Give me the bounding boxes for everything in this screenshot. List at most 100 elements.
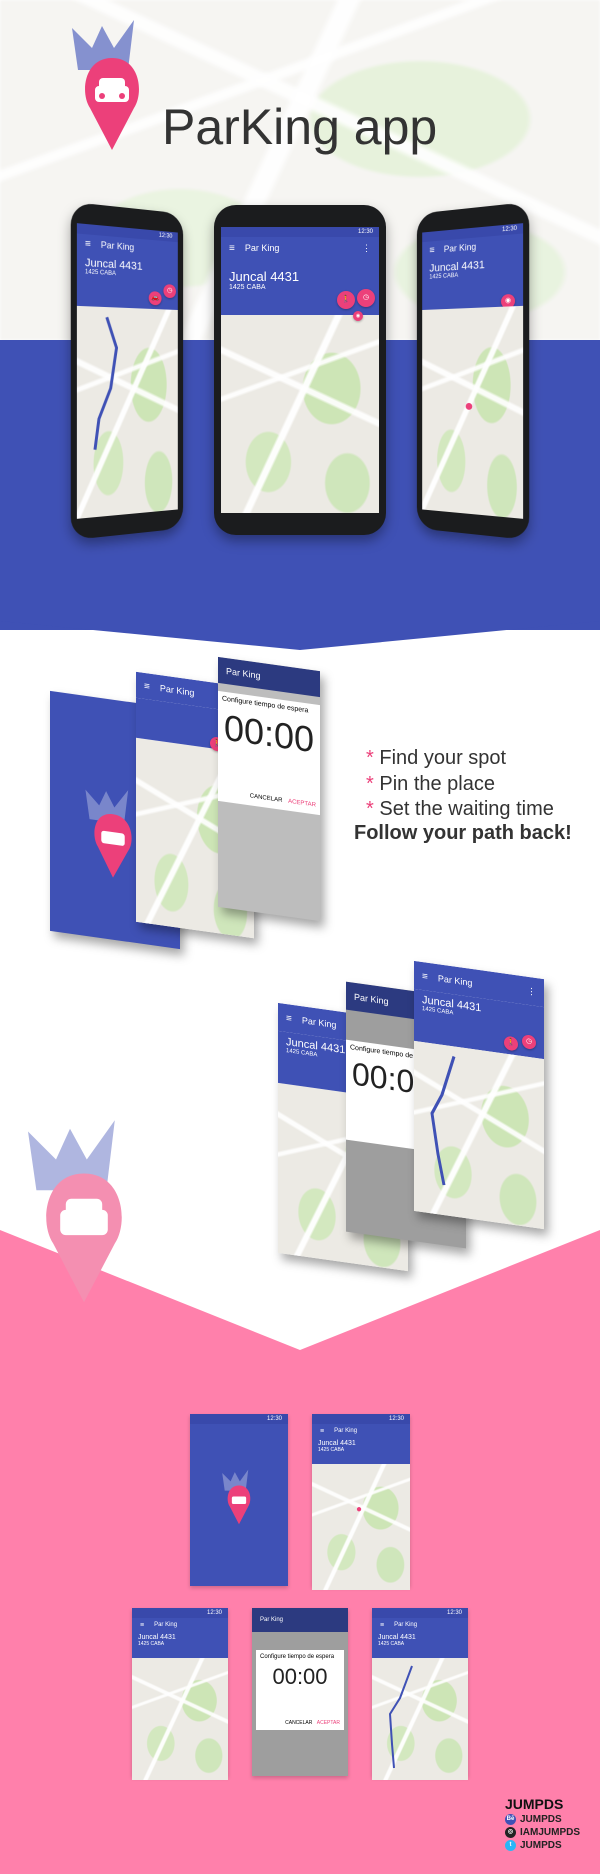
app-toolbar: ≡ Par King ⋮	[221, 237, 379, 259]
feature-item-1: * Find your spot	[366, 747, 506, 770]
map-view[interactable]	[221, 315, 379, 513]
address-line: Juncal 4431	[318, 1440, 356, 1447]
walk-fab-icon[interactable]: 🚶	[504, 1035, 518, 1052]
instagram-icon: ◎	[505, 1827, 516, 1838]
crowned-car-pin-icon	[222, 1469, 251, 1525]
status-bar: 12:30	[372, 1608, 468, 1618]
timer-display[interactable]: 00:00	[256, 1664, 344, 1690]
city-line: 1425 CABA	[378, 1641, 405, 1647]
status-bar: 12:30	[132, 1608, 228, 1618]
address-panel: Juncal 4431 1425 CABA	[372, 1632, 468, 1658]
blue-band-chevron	[0, 620, 600, 650]
phone-center: 12:30 ≡ Par King ⋮ Juncal 4431 1425 CABA…	[214, 205, 386, 535]
social-instagram[interactable]: ◎ IAMJUMPDS	[505, 1827, 580, 1838]
map-view[interactable]: ●	[312, 1464, 410, 1590]
address-panel: Juncal 4431 1425 CABA ◉	[422, 252, 524, 310]
screen-splash: 12:30	[190, 1414, 288, 1586]
screen-map-path: 12:30 ≡ Par King Juncal 4431 1425 CABA	[372, 1608, 468, 1780]
app-toolbar: Par King	[218, 656, 320, 698]
menu-icon[interactable]: ≡	[140, 1622, 144, 1629]
address-panel: Juncal 4431 1425 CABA	[312, 1438, 410, 1464]
footer-brand: JUMPDS	[505, 1796, 564, 1812]
menu-icon[interactable]: ≡	[320, 1428, 324, 1435]
feature-text: Pin the place	[379, 773, 495, 795]
menu-icon[interactable]: ≡	[286, 1012, 292, 1024]
app-title: ParKing app	[162, 99, 438, 155]
screen-map-fabs: 12:30 ≡ Par King Juncal 4431 1425 CABA	[132, 1608, 228, 1780]
crowned-car-pin-icon	[28, 1120, 122, 1303]
menu-icon[interactable]: ≡	[380, 1622, 384, 1629]
phone-center-screen: 12:30 ≡ Par King ⋮ Juncal 4431 1425 CABA…	[221, 227, 379, 513]
overflow-menu-icon[interactable]: ⋮	[362, 243, 371, 254]
accept-button[interactable]: ACEPTAR	[317, 1720, 340, 1726]
dialog-actions: CANCELAR ACEPTAR	[250, 793, 316, 808]
location-pin-icon: ●	[464, 397, 474, 416]
menu-icon[interactable]: ≡	[422, 970, 428, 982]
toolbar-title: Par King	[394, 1622, 418, 1628]
toolbar-title: Par King	[154, 1622, 178, 1628]
social-twitter[interactable]: t JUMPDS	[505, 1840, 580, 1851]
toolbar-title: Par King	[260, 1617, 284, 1623]
pin-fab-icon[interactable]: ◉	[353, 311, 363, 321]
timer-fab-icon[interactable]: ◷	[522, 1034, 536, 1051]
social-handle: JUMPDS	[520, 1814, 562, 1825]
timer-dialog: Configure tiempo de espera 00:00 CANCELA…	[218, 690, 320, 816]
map-view[interactable]	[372, 1658, 468, 1780]
toolbar-title: Par King	[244, 243, 280, 253]
stack-card-front: ≡ Par King ⋮ Juncal 4431 1425 CABA 🚶 ◷	[414, 960, 544, 1230]
menu-icon[interactable]: ≡	[429, 245, 434, 256]
feature-bullet: *	[366, 773, 374, 795]
presentation-page: ParKing app 12:30 ≡ Par King Juncal 4431…	[0, 0, 600, 1874]
city-line: 1425 CABA	[229, 284, 266, 291]
timer-fab-icon[interactable]: ◷	[357, 289, 375, 307]
phone-right: 12:30 ≡ Par King Juncal 4431 1425 CABA ◉…	[416, 201, 530, 541]
feature-bullet: *	[366, 798, 374, 820]
toolbar-title: Par King	[443, 241, 477, 255]
status-bar: 12:30	[190, 1414, 288, 1424]
car-fab-icon[interactable]: 🚗	[148, 291, 162, 306]
map-view[interactable]	[132, 1658, 228, 1780]
app-toolbar: ≡ Par King	[372, 1618, 468, 1632]
walking-path	[77, 306, 178, 519]
feature-bullet: *	[366, 747, 374, 769]
address-line: Juncal 4431	[229, 269, 300, 284]
toolbar-title: Par King	[437, 973, 473, 989]
menu-icon[interactable]: ≡	[144, 680, 150, 692]
phone-left-screen: 12:30 ≡ Par King Juncal 4431 1425 CABA 🚗…	[76, 223, 178, 519]
feature-tagline: Follow your path back!	[354, 822, 572, 844]
menu-icon[interactable]: ≡	[229, 243, 235, 254]
cancel-button[interactable]: CANCELAR	[250, 793, 283, 804]
city-line: 1425 CABA	[318, 1447, 345, 1453]
menu-icon[interactable]: ≡	[85, 238, 91, 250]
map-view[interactable]: ●	[422, 305, 524, 519]
overflow-menu-icon[interactable]: ⋮	[527, 985, 536, 997]
toolbar-title: Par King	[100, 239, 135, 253]
timer-card: Par King Configure tiempo de espera 00:0…	[218, 656, 320, 922]
feature-item-2: * Pin the place	[366, 773, 495, 796]
pink-section-background	[0, 1230, 600, 1874]
address-panel: Juncal 4431 1425 CABA 🚗 ◷ 🚶	[76, 252, 178, 324]
dialog-actions: CANCELAR ACEPTAR	[285, 1720, 340, 1726]
cancel-button[interactable]: CANCELAR	[285, 1720, 312, 1726]
app-toolbar: ≡ Par King	[312, 1424, 410, 1438]
timer-fab-icon[interactable]: ◷	[163, 283, 177, 299]
footer-credits: JUMPDS Bē JUMPDS ◎ IAMJUMPDS t JUMPDS	[505, 1796, 580, 1851]
walking-path	[388, 1665, 413, 1769]
phone-left: 12:30 ≡ Par King Juncal 4431 1425 CABA 🚗…	[70, 201, 184, 541]
dialog-title: Configure tiempo de espera	[260, 1654, 335, 1660]
social-handle: IAMJUMPDS	[520, 1827, 581, 1838]
screen-timer-dialog: Par King Configure tiempo de espera 00:0…	[252, 1608, 348, 1776]
status-bar: 12:30	[221, 227, 379, 237]
map-view[interactable]	[414, 1040, 544, 1230]
timer-dialog: Configure tiempo de espera 00:00 CANCELA…	[256, 1650, 344, 1730]
twitter-icon: t	[505, 1840, 516, 1851]
app-toolbar: Par King	[252, 1608, 348, 1632]
walk-fab-icon[interactable]: 🚶	[337, 291, 355, 309]
toolbar-title: Par King	[226, 665, 261, 681]
accept-button[interactable]: ACEPTAR	[288, 799, 316, 809]
address-panel: Juncal 4431 1425 CABA 🚶 ◷ ◉	[221, 259, 379, 321]
map-view[interactable]	[76, 305, 178, 519]
crowned-car-pin-icon	[72, 20, 139, 150]
social-behance[interactable]: Bē JUMPDS	[505, 1814, 580, 1825]
feature-item-3: * Set the waiting time	[366, 798, 554, 821]
